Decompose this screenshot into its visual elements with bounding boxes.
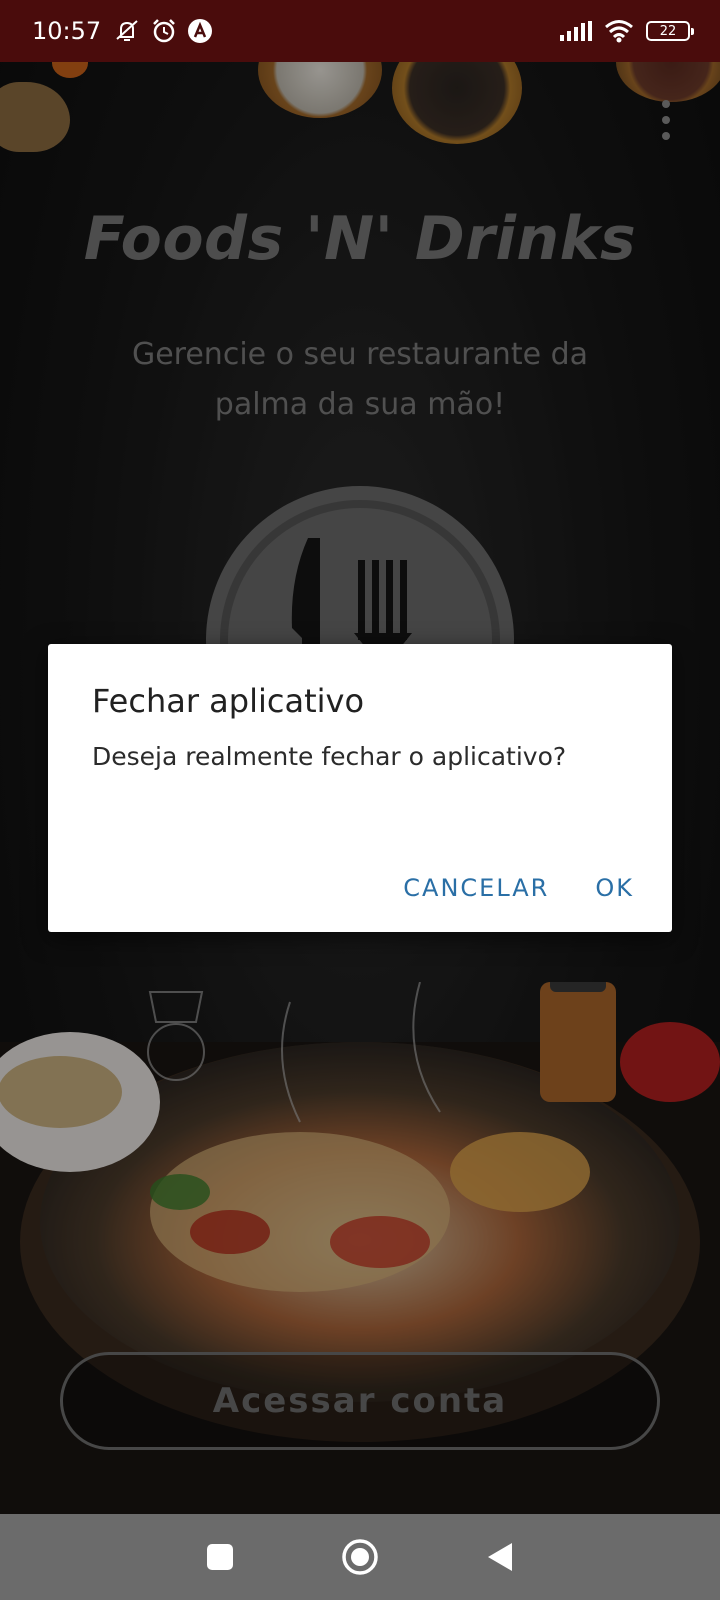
home-icon bbox=[342, 1539, 378, 1575]
wifi-icon bbox=[605, 20, 633, 43]
status-notification-icons bbox=[113, 18, 213, 44]
app-notification-icon bbox=[188, 19, 213, 43]
alarm-icon bbox=[153, 19, 176, 43]
signal-icon bbox=[560, 21, 592, 41]
recents-icon bbox=[207, 1544, 233, 1570]
battery-icon: 22 bbox=[646, 21, 694, 41]
dialog-title: Fechar aplicativo bbox=[92, 682, 365, 720]
back-button[interactable] bbox=[475, 1532, 525, 1582]
dialog-actions: CANCELAR OK bbox=[403, 874, 634, 902]
dialog-message: Deseja realmente fechar o aplicativo? bbox=[92, 742, 567, 771]
back-icon bbox=[488, 1543, 512, 1571]
status-bar: 10:57 22 bbox=[0, 0, 720, 62]
system-nav-bar bbox=[0, 1514, 720, 1600]
battery-level: 22 bbox=[659, 23, 677, 39]
close-app-dialog: Fechar aplicativo Deseja realmente fecha… bbox=[48, 644, 672, 932]
cancel-button[interactable]: CANCELAR bbox=[403, 874, 549, 902]
mute-icon bbox=[116, 20, 138, 41]
home-button[interactable] bbox=[335, 1532, 385, 1582]
status-left: 10:57 bbox=[32, 17, 213, 45]
status-right: 22 bbox=[560, 19, 694, 43]
status-time: 10:57 bbox=[32, 17, 102, 45]
recents-button[interactable] bbox=[195, 1532, 245, 1582]
ok-button[interactable]: OK bbox=[595, 874, 634, 902]
